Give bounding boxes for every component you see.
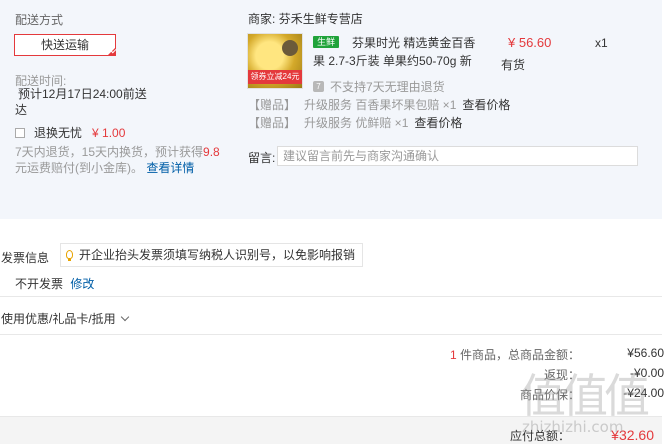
shop-name-value[interactable]: 芬禾生鲜专营店 bbox=[279, 12, 363, 26]
shipping-panel: 配送方式 快送运输 配送时间: 预计12月17日24:00前送 达 退换无忧 ¥… bbox=[0, 0, 233, 219]
shop-panel: 商家: 芬禾生鲜专营店 领券立减24元 芬果时光 精选黄金百香果 2.7-3斤装… bbox=[233, 0, 662, 219]
product-image[interactable]: 领券立减24元 bbox=[247, 33, 303, 89]
message-label: 留言: bbox=[248, 151, 276, 165]
invoice-value: 不开发票 修改 bbox=[15, 275, 94, 292]
shipping-title: 配送方式 bbox=[15, 13, 64, 27]
coupon-toggle[interactable]: 使用优惠/礼品卡/抵用 bbox=[1, 310, 129, 327]
no-return-icon: 7 bbox=[313, 81, 324, 92]
selected-check-icon bbox=[108, 48, 115, 55]
no-return-notice: 7 不支持7天无理由退货 bbox=[313, 78, 445, 95]
return-option-label: 退换无忧 bbox=[34, 126, 83, 140]
coupon-label: 使用优惠/礼品卡/抵用 bbox=[1, 312, 116, 326]
gift-item: 【赠品】 升级服务 优鲜赔 ×1 查看价格 bbox=[248, 114, 462, 131]
total-bar: 应付总额： ¥32.60 bbox=[0, 416, 662, 444]
delivery-time-value: 预计12月17日24:00前送 达 bbox=[15, 86, 155, 118]
invoice-edit-link[interactable]: 修改 bbox=[70, 277, 94, 291]
gift-tag: 【赠品】 bbox=[248, 116, 297, 130]
total-row: 应付总额： ¥32.60 bbox=[430, 427, 654, 444]
product-image-coupon-tag: 领券立减24元 bbox=[248, 70, 302, 84]
gift-price-link[interactable]: 查看价格 bbox=[414, 116, 462, 130]
shop-label: 商家: bbox=[248, 12, 276, 26]
gift-price-link[interactable]: 查看价格 bbox=[462, 98, 510, 112]
product-quantity: x1 bbox=[595, 36, 608, 50]
invoice-tip-text: 开企业抬头发票须填写纳税人识别号，以免影响报销 bbox=[79, 248, 356, 262]
product-image-fruit bbox=[282, 40, 298, 56]
summary-items-value: ¥56.60 bbox=[627, 346, 664, 360]
return-option-price: ¥ 1.00 bbox=[92, 125, 126, 140]
return-details-link[interactable]: 查看详情 bbox=[146, 161, 194, 175]
invoice-label: 发票信息 bbox=[1, 251, 50, 265]
summary-cashback-label: 返现： bbox=[543, 368, 580, 382]
gift-item: 【赠品】 升级服务 百香果坏果包赔 ×1 查看价格 bbox=[248, 96, 510, 113]
gift-text: 升级服务 百香果坏果包赔 ×1 bbox=[304, 98, 457, 112]
return-worry-free-option[interactable]: 退换无忧 ¥ 1.00 bbox=[15, 124, 125, 141]
summary-cashback-value: -¥0.00 bbox=[629, 366, 664, 380]
message-input[interactable]: 建议留言前先与商家沟通确认 bbox=[277, 146, 638, 166]
shop-name: 商家: 芬禾生鲜专营店 bbox=[248, 10, 363, 27]
return-desc-suffix: 元运费赔付(到小金库)。 bbox=[15, 161, 143, 175]
divider bbox=[0, 296, 662, 297]
delivery-time-line1: 预计12月17日24:00前送 bbox=[18, 87, 147, 101]
shipping-method-button[interactable]: 快送运输 bbox=[14, 34, 116, 56]
items-count: 1 bbox=[449, 348, 457, 362]
return-desc-amount: 9.8 bbox=[203, 145, 220, 159]
product-stock: 有货 bbox=[501, 58, 526, 72]
return-desc-prefix: 7天内退货，15天内换货，预计获得 bbox=[15, 145, 204, 159]
summary-price-protect-value: -¥24.00 bbox=[623, 386, 664, 400]
fresh-badge: 生鲜 bbox=[313, 36, 340, 48]
summary-items-row: 1 件商品，总商品金额： ¥56.60 bbox=[440, 346, 664, 363]
items-label-text: 件商品，总商品金额： bbox=[459, 348, 580, 362]
invoice-tip: 开企业抬头发票须填写纳税人识别号，以免影响报销 bbox=[60, 243, 364, 267]
summary-price-protect-label: 商品价保： bbox=[519, 388, 580, 402]
product-price: ¥ 56.60 bbox=[508, 35, 552, 50]
lightbulb-icon bbox=[66, 250, 73, 261]
chevron-down-icon bbox=[120, 312, 129, 321]
summary-items-label: 1 件商品，总商品金额： bbox=[440, 346, 580, 363]
delivery-time-line2: 达 bbox=[15, 103, 28, 117]
summary-price-protect-row: 商品价保： -¥24.00 bbox=[440, 386, 664, 403]
total-value: ¥32.60 bbox=[611, 427, 654, 443]
return-checkbox[interactable] bbox=[15, 127, 25, 138]
summary-cashback-row: 返现： -¥0.00 bbox=[440, 366, 664, 383]
invoice-value-text: 不开发票 bbox=[15, 277, 64, 291]
shipping-method-label: 快送运输 bbox=[40, 38, 89, 52]
gift-text: 升级服务 优鲜赔 ×1 bbox=[304, 116, 409, 130]
return-description: 7天内退货，15天内换货，预计获得9.8 元运费赔付(到小金库)。 查看详情 bbox=[15, 144, 225, 176]
total-label: 应付总额： bbox=[509, 429, 570, 443]
gift-tag: 【赠品】 bbox=[248, 98, 297, 112]
divider bbox=[0, 334, 662, 335]
no-return-text: 不支持7天无理由退货 bbox=[330, 80, 445, 94]
